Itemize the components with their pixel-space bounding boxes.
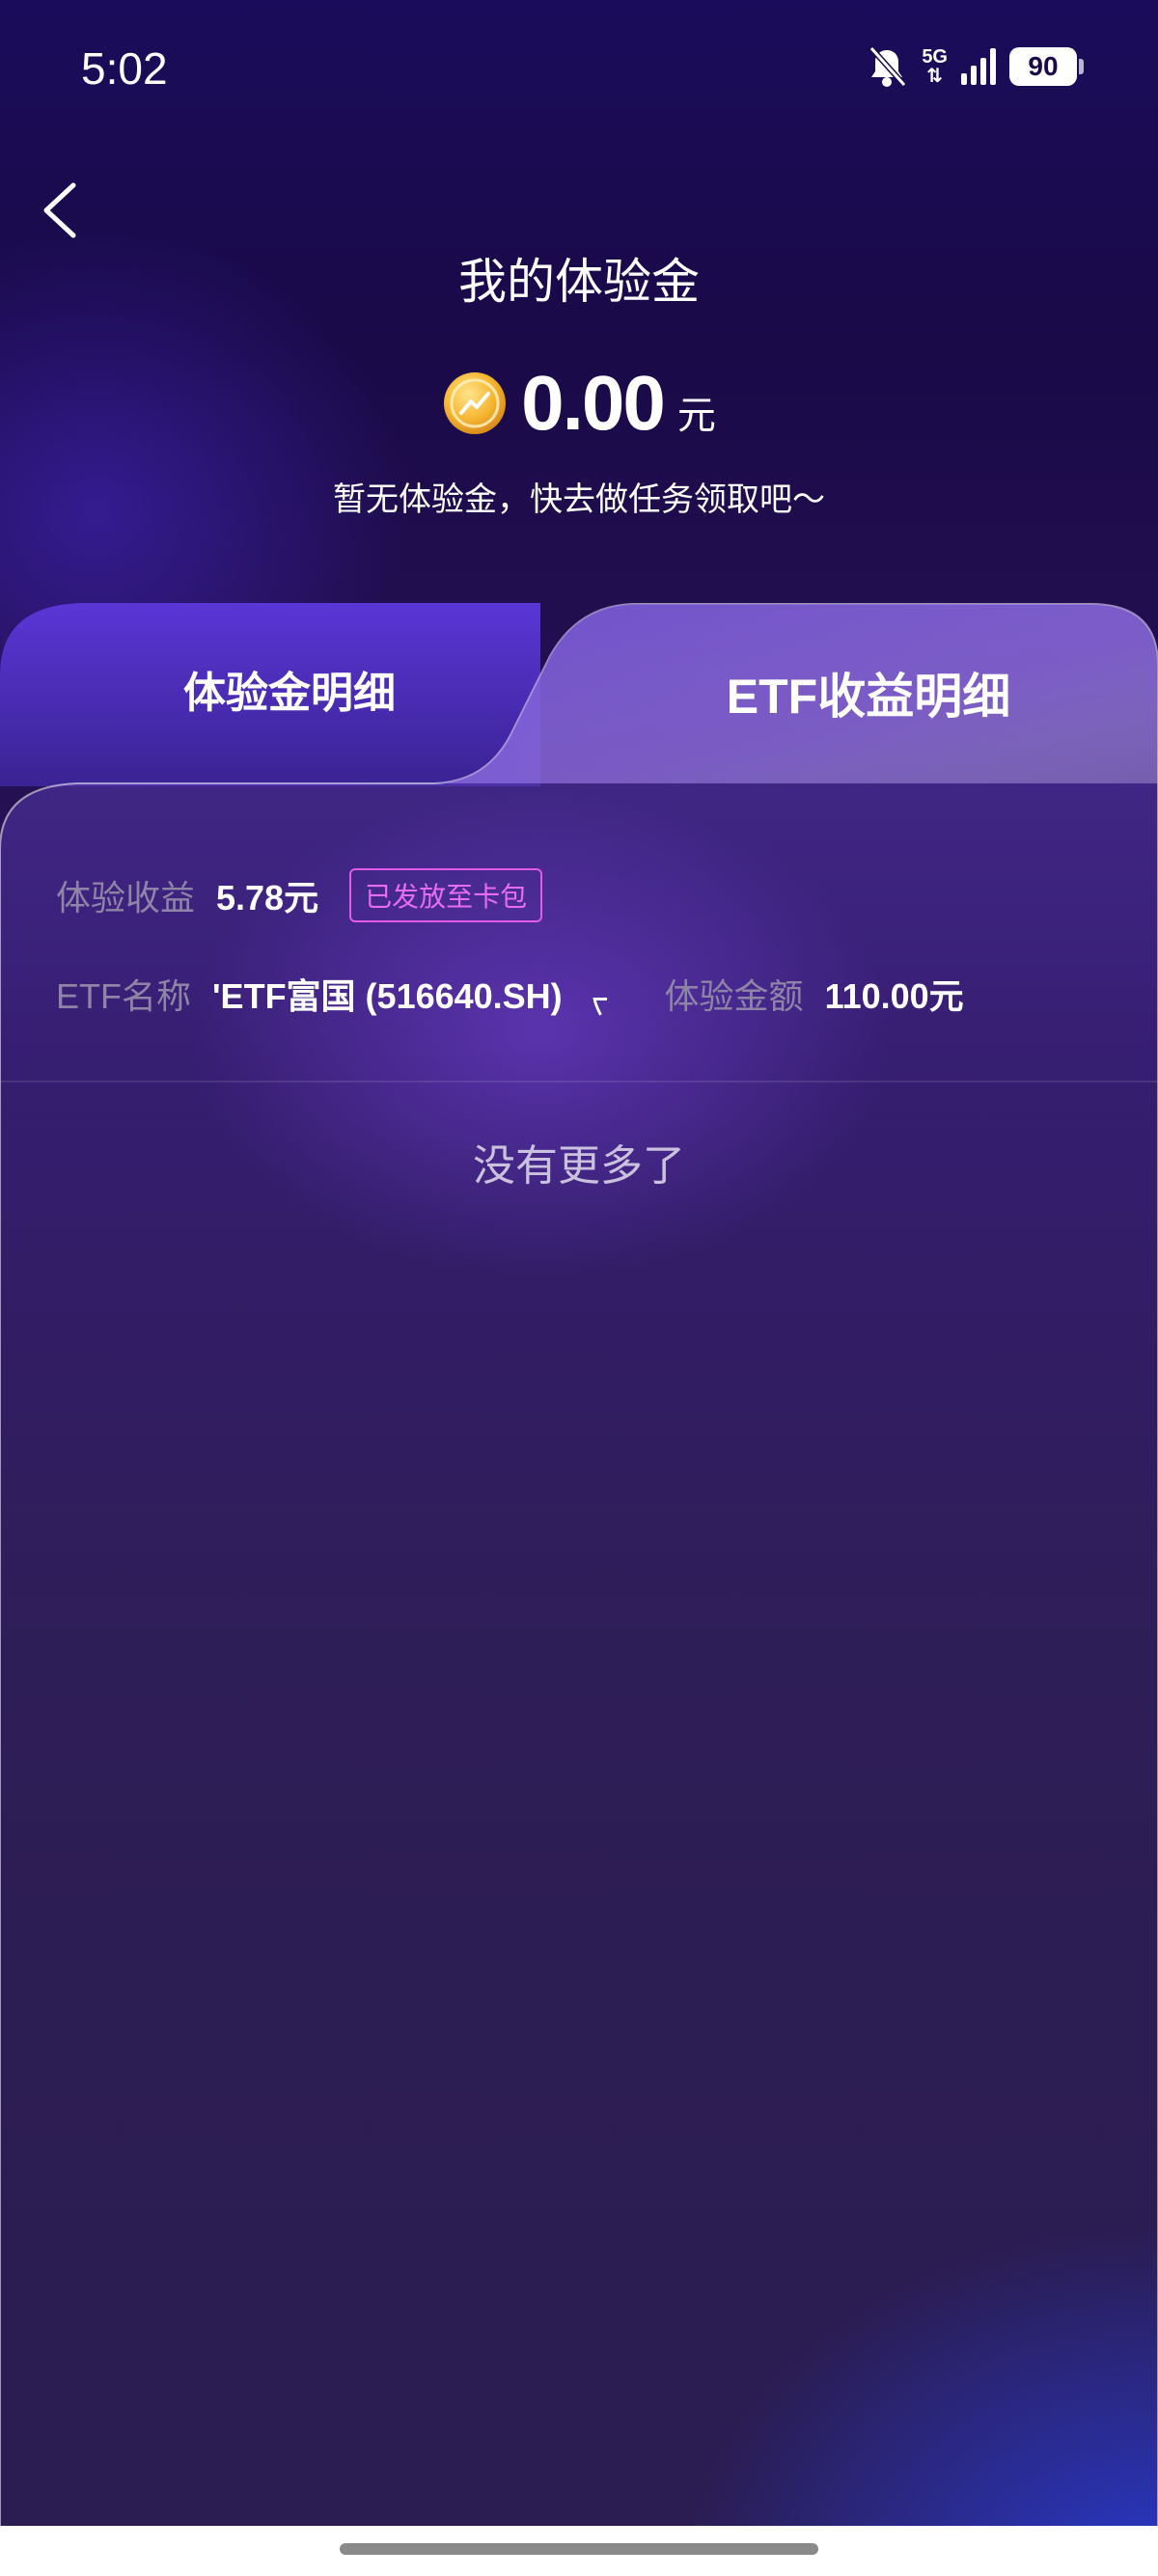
profit-label: 体验收益 bbox=[56, 878, 196, 918]
tab-experience-details[interactable]: 体验金明细 bbox=[0, 658, 579, 720]
details-card: 体验金明细 ETF收益明细 体验收益 5.78元 已发放至卡包 ETF名称 'E… bbox=[0, 598, 1158, 2528]
status-time: 5:02 bbox=[81, 43, 168, 94]
bell-off-icon bbox=[869, 45, 907, 88]
etf-row: ETF名称 'ETF富国 (516640.SH) ᡕ 体验金额 110.00元 bbox=[56, 963, 964, 1024]
signal-icon bbox=[961, 48, 996, 85]
network-type: 5G bbox=[922, 46, 948, 68]
coin-icon bbox=[444, 372, 507, 434]
data-arrows-icon: ⇅ bbox=[926, 66, 944, 87]
battery-level: 90 bbox=[1028, 51, 1059, 81]
status-badge: 已发放至卡包 bbox=[349, 868, 543, 922]
battery-icon: 90 bbox=[1009, 47, 1084, 86]
empty-hint: 暂无体验金，快去做任务领取吧～ bbox=[333, 481, 825, 518]
etf-name-value: 'ETF富国 (516640.SH) bbox=[212, 975, 563, 1016]
tab-etf-profit-details[interactable]: ETF收益明细 bbox=[676, 658, 1062, 727]
list-end-text: 没有更多了 bbox=[473, 1142, 685, 1190]
network-indicator: 5G ⇅ bbox=[922, 47, 948, 86]
experience-amount-value: 110.00元 bbox=[824, 975, 964, 1016]
experience-amount-label: 体验金额 bbox=[664, 975, 804, 1016]
divider bbox=[0, 1081, 1158, 1082]
balance-unit: 元 bbox=[676, 395, 716, 437]
profit-value: 5.78元 bbox=[216, 878, 319, 918]
back-arrow-icon[interactable] bbox=[39, 181, 83, 239]
home-indicator[interactable] bbox=[340, 2543, 818, 2555]
profit-row: 体验收益 5.78元 已发放至卡包 bbox=[56, 868, 543, 922]
status-icons: 5G ⇅ 90 bbox=[866, 42, 1084, 91]
balance-display: 0.00 元 bbox=[0, 359, 1158, 448]
page-title: 我的体验金 bbox=[458, 255, 700, 309]
etf-name-overflow: ᡕ bbox=[591, 981, 609, 1021]
balance-amount: 0.00 bbox=[521, 360, 666, 446]
etf-name-label: ETF名称 bbox=[56, 975, 191, 1016]
